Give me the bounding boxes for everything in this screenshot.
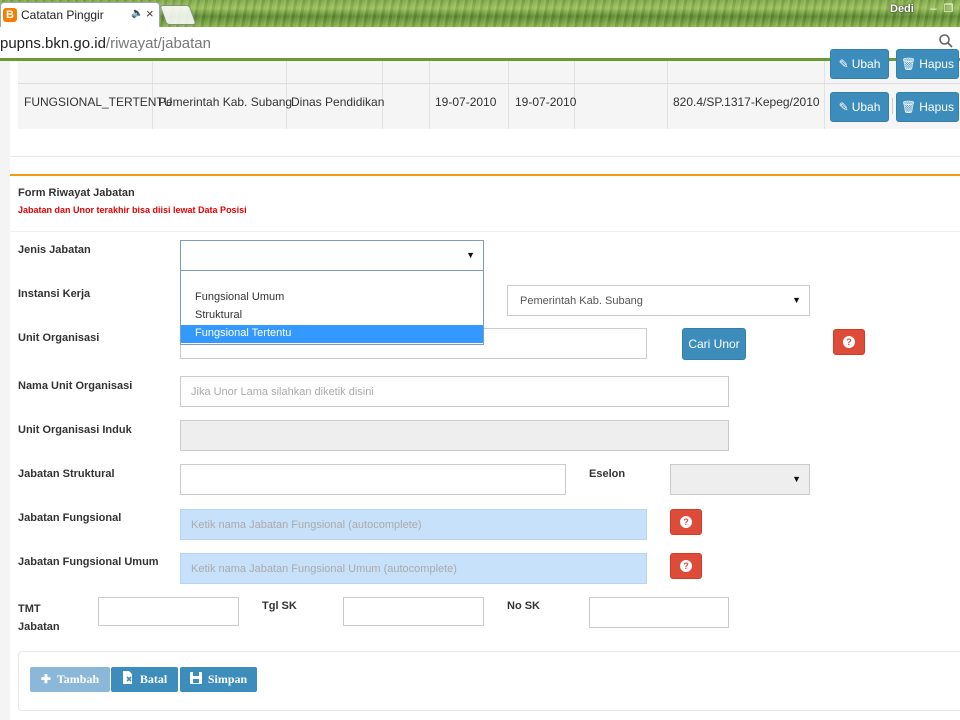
jenis-jabatan-dropdown[interactable]: Fungsional Umum Struktural Fungsional Te… [180,271,484,345]
question-icon: ? [680,560,692,572]
label-jabatan-struktural: Jabatan Struktural [18,468,115,480]
jabatan-fungsional-input[interactable]: Ketik nama Jabatan Fungsional (autocompl… [180,509,647,540]
label-no-sk: No SK [507,600,540,612]
minimize-icon[interactable]: – [926,3,941,15]
tmt-jabatan-input[interactable] [98,597,239,626]
delete-button[interactable]: 🗑 Hapus [896,49,959,79]
help-button[interactable]: ? [670,509,702,535]
restore-icon[interactable]: ❐ [941,2,956,15]
label-instansi-kerja: Instansi Kerja [18,288,91,300]
delete-button[interactable]: 🗑 Hapus [896,92,959,122]
label-nama-unit-organisasi: Nama Unit Organisasi [18,380,133,392]
edit-button[interactable]: ✎ Ubah [830,92,889,122]
dropdown-arrow-icon: ▼ [792,295,801,305]
label-jabatan-fungsional: Jabatan Fungsional [18,512,122,524]
option-fungsional-umum[interactable]: Fungsional Umum [181,289,483,307]
cell-instansi: Pemerintah Kab. Subang [158,95,293,109]
delete-label: Hapus [919,57,954,71]
plus-icon: ✚ [40,672,51,686]
tambah-label: Tambah [56,672,100,686]
browser-tab[interactable]: B Catatan Pinggir 🔈 × [0,2,160,27]
question-icon: ? [843,336,855,348]
unit-organisasi-induk-input [180,420,729,451]
cell-unor: Dinas Pendidikan [291,95,385,109]
save-disk-icon [189,671,202,688]
label-unit-organisasi-induk: Unit Organisasi Induk [18,424,132,436]
simpan-label: Simpan [207,672,248,686]
tambah-button[interactable]: ✚ Tambah [30,667,110,692]
label-tmt-line1: TMT [18,603,41,615]
cell-no-sk: 820.4/SP.1317-Kepeg/2010 [673,95,820,109]
batal-button[interactable]: Batal [111,667,178,692]
table-row: ✎ Ubah 🗑 Hapus [18,49,960,83]
button-divider [892,98,893,114]
table-row: FUNGSIONAL_TERTENTU Pemerintah Kab. Suba… [18,83,960,129]
instansi-kerja-select[interactable]: Pemerintah Kab. Subang ▼ [507,285,810,316]
cell-jenis: FUNGSIONAL_TERTENTU [24,95,173,109]
label-eselon: Eselon [589,468,626,480]
option-fungsional-tertentu[interactable]: Fungsional Tertentu [181,325,483,343]
jenis-jabatan-select[interactable]: ▼ [180,240,484,271]
divider [10,156,960,157]
divider [10,231,960,232]
url-host: pupns.bkn.go.id [0,35,106,52]
option-struktural[interactable]: Struktural [181,307,483,325]
dropdown-arrow-icon: ▼ [792,474,801,484]
eselon-select[interactable]: ▼ [670,464,810,495]
window-controls[interactable]: – ❐ [926,2,960,18]
edit-label: Ubah [851,100,881,114]
label-jenis-jabatan: Jenis Jabatan [18,244,91,256]
question-icon: ? [680,516,692,528]
no-sk-input[interactable] [589,597,729,628]
speaker-icon[interactable]: 🔈 [131,8,143,19]
jabatan-fungsional-umum-input[interactable]: Ketik nama Jabatan Fungsional Umum (auto… [180,553,647,584]
simpan-button[interactable]: Simpan [180,667,257,692]
form-note: Jabatan dan Unor terakhir bisa diisi lew… [18,205,247,215]
url-path: /riwayat/jabatan [105,35,211,52]
cari-unor-button[interactable]: Cari Unor [682,328,746,360]
cell-tmt: 19-07-2010 [435,95,497,109]
cell-tgl-sk: 19-07-2010 [515,95,577,109]
delete-label: Hapus [919,100,954,114]
tgl-sk-input[interactable] [343,597,484,626]
browser-user-name[interactable]: Dedi [890,3,914,15]
trash-icon: 🗑 [901,100,917,114]
jabatan-struktural-input[interactable] [180,464,566,495]
label-unit-organisasi: Unit Organisasi [18,332,100,344]
help-button[interactable]: ? [670,553,702,579]
help-button[interactable]: ? [833,329,865,355]
blogger-favicon-icon: B [3,8,17,22]
label-jabatan-fungsional-umum: Jabatan Fungsional Umum [18,556,159,568]
trash-icon: 🗑 [901,57,917,71]
pencil-icon: ✎ [838,100,849,114]
edit-button[interactable]: ✎ Ubah [830,49,889,79]
tab-title: Catatan Pinggir [21,8,104,22]
edit-label: Ubah [851,57,881,71]
form-top-border [10,174,960,176]
tab-close-icon[interactable]: × [146,6,154,21]
dropdown-arrow-icon: ▼ [466,250,475,260]
cancel-file-icon [122,671,134,688]
instansi-kerja-value: Pemerintah Kab. Subang [520,294,643,307]
batal-label: Batal [139,672,168,686]
label-tmt-line2: Jabatan [18,621,60,633]
label-tgl-sk: Tgl SK [262,600,297,612]
nama-unit-organisasi-input[interactable]: Jika Unor Lama silahkan diketik disini [180,376,729,407]
address-url[interactable]: pupns.bkn.go.id/riwayat/jabatan [0,35,211,52]
pencil-icon: ✎ [838,57,849,71]
form-title: Form Riwayat Jabatan [18,187,135,199]
label-tmt-jabatan: TMT Jabatan [18,600,60,636]
